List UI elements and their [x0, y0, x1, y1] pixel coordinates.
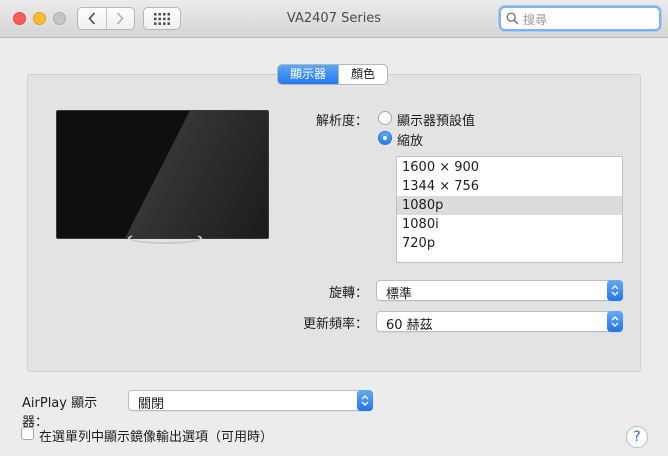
radio-scaled-label: 縮放	[397, 134, 424, 149]
refresh-label: 更新頻率：	[302, 317, 368, 332]
airplay-stepper	[357, 390, 373, 411]
rotation-select[interactable]: 標準	[376, 280, 623, 302]
refresh-value: 60 赫茲	[386, 318, 433, 333]
mirror-options-label: 在選單列中顯示鏡像輸出選項（可用時）	[39, 430, 274, 445]
airplay-value: 關閉	[138, 397, 165, 412]
resolution-label: 解析度：	[315, 114, 368, 129]
resolution-item-selected[interactable]: 1080p	[397, 196, 622, 215]
grid-icon	[154, 12, 170, 25]
show-all-button[interactable]	[143, 7, 181, 30]
airplay-select[interactable]: 關閉	[128, 390, 373, 412]
up-down-chevron-icon	[611, 285, 619, 296]
monitor-image	[56, 110, 269, 239]
chevron-right-icon	[117, 12, 124, 25]
help-button[interactable]: ?	[626, 426, 648, 448]
rotation-stepper	[607, 280, 623, 301]
resolution-item[interactable]: 1080i	[397, 215, 622, 234]
mirror-options-checkbox[interactable]	[21, 427, 34, 440]
back-button[interactable]	[78, 8, 106, 29]
rotation-label: 旋轉：	[328, 286, 368, 301]
search-placeholder: 搜尋	[523, 13, 548, 27]
tab-bar: 顯示器 顏色	[277, 64, 389, 85]
monitor-glare	[57, 111, 268, 238]
resolution-list[interactable]: 1600 × 900 1344 × 756 1080p 1080i 720p	[396, 156, 623, 263]
radio-default-label: 顯示器預設值	[397, 114, 476, 129]
resolution-item[interactable]: 1344 × 756	[397, 177, 622, 196]
resolution-item[interactable]: 720p	[397, 234, 622, 253]
search-field[interactable]: 搜尋	[499, 6, 661, 31]
tab-display[interactable]: 顯示器	[278, 65, 339, 84]
forward-button[interactable]	[105, 8, 135, 29]
monitor-stand	[128, 232, 202, 244]
up-down-chevron-icon	[361, 395, 369, 406]
resolution-item[interactable]: 1600 × 900	[397, 158, 622, 177]
up-down-chevron-icon	[611, 316, 619, 327]
radio-scaled-resolution[interactable]	[378, 131, 392, 145]
refresh-stepper	[607, 311, 623, 332]
tab-color[interactable]: 顏色	[338, 65, 387, 84]
close-window-button[interactable]	[13, 12, 26, 25]
chevron-left-icon	[88, 12, 95, 25]
radio-default-resolution[interactable]	[378, 111, 392, 125]
refresh-rate-select[interactable]: 60 赫茲	[376, 311, 623, 333]
title-bar: VA2407 Series 搜尋	[0, 0, 668, 38]
rotation-value: 標準	[386, 287, 413, 302]
navigation-buttons	[77, 7, 135, 30]
zoom-window-button[interactable]	[53, 12, 66, 25]
window-title: VA2407 Series	[286, 11, 382, 26]
minimize-window-button[interactable]	[33, 12, 46, 25]
search-icon	[506, 12, 519, 25]
airplay-label: AirPlay 顯示器：	[22, 396, 98, 430]
